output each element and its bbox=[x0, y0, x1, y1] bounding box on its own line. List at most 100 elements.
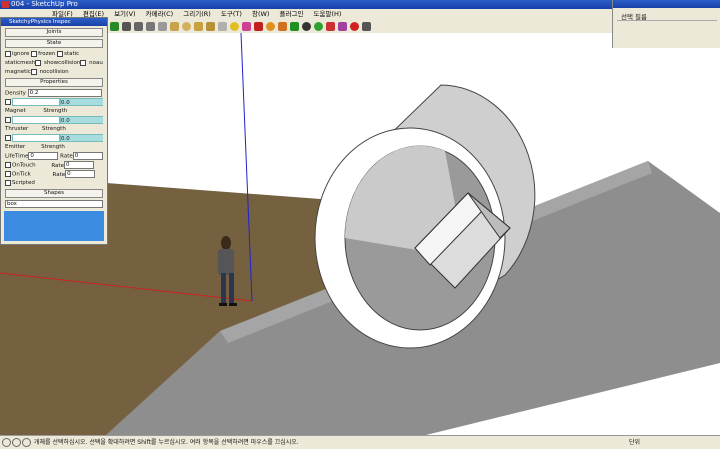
emitter-row: Emitter Strength bbox=[5, 143, 103, 151]
sphere-icon[interactable] bbox=[182, 21, 191, 31]
lifetime-label: LifeTime bbox=[5, 153, 29, 160]
geo-location-icon[interactable] bbox=[2, 438, 11, 447]
scripted-label: Scripted bbox=[12, 180, 35, 186]
thruster-row: Thruster Strength bbox=[5, 125, 103, 133]
title-bar: 004 - SketchUp Pro bbox=[0, 0, 612, 9]
emitter-icon[interactable] bbox=[326, 21, 335, 31]
shape-row: box bbox=[5, 200, 103, 208]
pause-icon[interactable] bbox=[134, 21, 143, 31]
status-icons bbox=[2, 436, 32, 449]
ontick-label: OnTick bbox=[12, 171, 31, 178]
pipe-icon[interactable] bbox=[218, 21, 227, 31]
hinge-icon[interactable] bbox=[242, 21, 251, 31]
shapes-section[interactable]: Shapes bbox=[5, 189, 103, 198]
menu-view[interactable]: 보기(V) bbox=[114, 10, 135, 18]
ontouch-row: OnTouch Rate 0 bbox=[5, 161, 103, 169]
credits-icon[interactable] bbox=[12, 438, 21, 447]
servo-icon[interactable] bbox=[266, 21, 275, 31]
nocollision-label: nocollision bbox=[39, 69, 69, 75]
frozen-checkbox[interactable] bbox=[31, 50, 38, 57]
magnet-checkbox[interactable] bbox=[5, 99, 11, 105]
thruster-checkbox[interactable] bbox=[5, 117, 11, 123]
thruster-icon[interactable] bbox=[314, 21, 323, 31]
showcollision-checkbox[interactable] bbox=[80, 59, 87, 66]
ontouch-checkbox[interactable] bbox=[5, 162, 11, 168]
lifetime-rate-label: Rate bbox=[60, 153, 73, 160]
emitter-toggle-row: 0.0 bbox=[5, 134, 103, 142]
properties-section[interactable]: Properties bbox=[5, 78, 103, 87]
status-text: 개체를 선택하십시오. 선택을 확대하려면 Shift를 누르십시오. 여러 항… bbox=[33, 439, 299, 446]
record-icon[interactable] bbox=[350, 21, 359, 31]
box-icon[interactable] bbox=[170, 21, 179, 31]
scripted-row: Scripted bbox=[5, 179, 103, 187]
menu-help[interactable]: 도움말(H) bbox=[314, 10, 342, 18]
frozen-label: frozen bbox=[38, 51, 56, 57]
magnetic-label: magnetic bbox=[5, 69, 31, 75]
emitter-strength-field[interactable]: 0.0 bbox=[60, 134, 103, 142]
emitter-spacer bbox=[12, 134, 60, 142]
showcollision-label: showcollision bbox=[43, 60, 81, 66]
magnet-icon[interactable] bbox=[302, 21, 311, 31]
thruster-strength-field[interactable]: 0.0 bbox=[60, 116, 103, 124]
help-icon[interactable] bbox=[22, 438, 31, 447]
units-label: 단위 bbox=[628, 439, 640, 446]
cylinder-icon[interactable] bbox=[194, 21, 203, 31]
state-row-1: ignore frozen static bbox=[5, 50, 103, 58]
shape-select[interactable]: box bbox=[5, 200, 103, 208]
ontouch-rate-field[interactable]: 0 bbox=[63, 161, 94, 169]
sketchyphysics-toolbar bbox=[108, 19, 612, 33]
lifetime-field[interactable]: 0 bbox=[28, 152, 59, 160]
state-row-3: magnetic nocollision bbox=[5, 68, 103, 76]
play-icon[interactable] bbox=[110, 21, 119, 31]
menu-window[interactable]: 창(W) bbox=[252, 10, 269, 18]
state-section[interactable]: State bbox=[5, 39, 103, 48]
ignore-label: ignore bbox=[12, 51, 30, 57]
menu-tools[interactable]: 도구(T) bbox=[221, 10, 242, 18]
menu-plugins[interactable]: 플러그인 bbox=[280, 10, 304, 18]
lifetime-rate-field[interactable]: 0 bbox=[72, 152, 103, 160]
emitter-label: Emitter bbox=[5, 144, 26, 150]
magnet-toggle-row: 0.0 bbox=[5, 98, 103, 106]
joint-icon[interactable] bbox=[230, 21, 239, 31]
magnet-strength-field[interactable]: 0.0 bbox=[60, 98, 103, 106]
ontick-rate-field[interactable]: 0 bbox=[65, 170, 96, 178]
spring-icon[interactable] bbox=[290, 21, 299, 31]
line-icon[interactable] bbox=[254, 21, 263, 31]
magnet-strength-label: Strength bbox=[43, 108, 68, 114]
stop-icon[interactable] bbox=[146, 21, 155, 31]
scene-canvas[interactable] bbox=[0, 33, 720, 435]
cone-icon[interactable] bbox=[206, 21, 215, 31]
status-bar: 개체를 선택하십시오. 선택을 확대하려면 Shift를 누르십시오. 여러 항… bbox=[0, 435, 720, 449]
3d-viewport[interactable] bbox=[0, 33, 720, 435]
static-label: static bbox=[64, 51, 80, 57]
magnet-row: Magnet Strength bbox=[5, 107, 103, 115]
magnetic-checkbox[interactable] bbox=[30, 68, 37, 75]
thruster-label: Thruster bbox=[5, 126, 29, 132]
state-row-2: staticmesh showcollision noautofreeze bbox=[5, 59, 103, 67]
magnet-spacer bbox=[12, 98, 60, 106]
staticmesh-checkbox[interactable] bbox=[35, 59, 42, 66]
ontouch-label: OnTouch bbox=[12, 162, 36, 169]
stop-record-icon[interactable] bbox=[362, 21, 371, 31]
tray-divider bbox=[617, 20, 717, 21]
emitter-strength-label: Strength bbox=[41, 144, 65, 150]
ignore-checkbox[interactable] bbox=[5, 50, 11, 57]
inspector-title[interactable]: SketchyPhysics Inspec bbox=[1, 18, 107, 26]
scripted-checkbox[interactable] bbox=[5, 179, 11, 186]
inspector-blank-area bbox=[4, 211, 104, 241]
density-field[interactable]: 0.2 bbox=[27, 89, 102, 97]
wand-icon[interactable] bbox=[338, 21, 347, 31]
rewind-icon[interactable] bbox=[122, 21, 131, 31]
menu-draw[interactable]: 그리기(R) bbox=[183, 10, 211, 18]
ontick-checkbox[interactable] bbox=[5, 171, 11, 177]
thruster-spacer bbox=[12, 116, 60, 124]
menu-camera[interactable]: 카메라(C) bbox=[146, 10, 174, 18]
sketchyphysics-inspector: SketchyPhysics Inspec Joints State ignor… bbox=[0, 17, 108, 245]
settings-icon[interactable] bbox=[158, 21, 167, 31]
slider-icon[interactable] bbox=[278, 21, 287, 31]
static-checkbox[interactable] bbox=[57, 50, 64, 57]
emitter-checkbox[interactable] bbox=[5, 135, 11, 141]
sketchup-app-icon bbox=[2, 1, 9, 8]
density-row: Density 0.2 bbox=[5, 89, 103, 97]
joints-section[interactable]: Joints bbox=[5, 28, 103, 37]
